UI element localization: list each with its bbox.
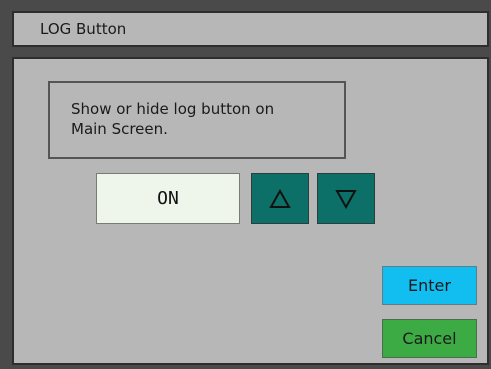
increment-button[interactable] — [251, 173, 309, 224]
enter-button-label: Enter — [408, 276, 451, 295]
description-line-1: Show or hide log button on — [71, 100, 275, 118]
cancel-button-label: Cancel — [402, 329, 457, 348]
enter-button[interactable]: Enter — [382, 266, 477, 305]
setting-value-display: ON — [96, 173, 240, 224]
title-bar: LOG Button — [12, 11, 489, 47]
cancel-button[interactable]: Cancel — [382, 319, 477, 358]
triangle-up-outline-icon — [269, 188, 291, 209]
content-panel: Show or hide log button on Main Screen. … — [12, 57, 489, 365]
description-line-2: Main Screen. — [71, 120, 168, 138]
decrement-button[interactable] — [317, 173, 375, 224]
triangle-down-outline-icon — [335, 189, 357, 209]
window-title: LOG Button — [40, 20, 127, 38]
setting-value: ON — [157, 188, 179, 209]
screen: LOG Button Show or hide log button on Ma… — [0, 0, 491, 369]
description-box: Show or hide log button on Main Screen. — [48, 81, 346, 159]
